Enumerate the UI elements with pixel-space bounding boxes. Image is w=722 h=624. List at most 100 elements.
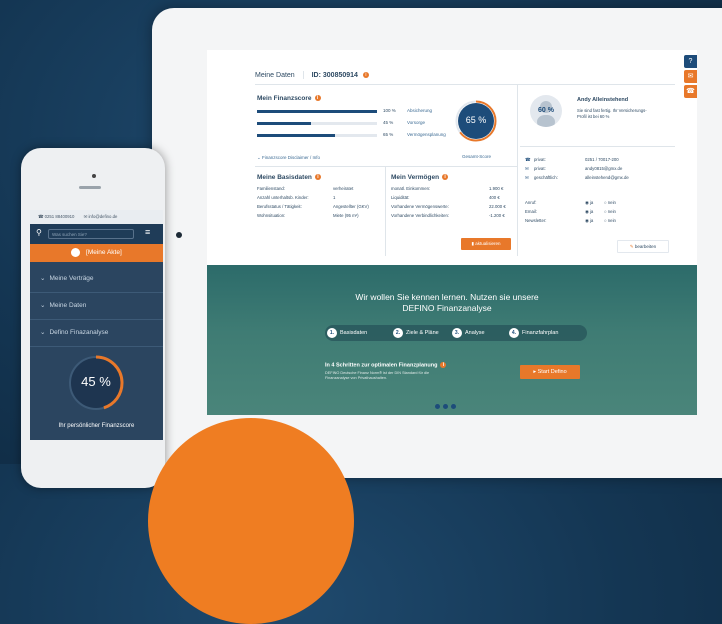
tablet-screen: Meine Daten ID: 300850914 i Mein Finanzs… [207,50,697,415]
chevron-icon: ⌄ [40,275,46,282]
contact-key: privat: [534,166,546,171]
pref-no-radio[interactable]: ○ nein [604,200,616,205]
carousel-dots[interactable] [435,396,459,414]
phone-score-ring: 45 % [66,353,126,413]
contact-key: geschäftlich: [534,175,558,180]
dashboard-panel: Meine Daten ID: 300850914 i Mein Finanzs… [207,50,677,265]
rocket-icon: ▸ [533,369,537,375]
vermoegen-title: Mein Vermögen i [391,174,449,181]
start-defino-button[interactable]: ▸ Start Defino [520,365,580,379]
info-icon[interactable]: i [440,362,447,368]
akte-button[interactable]: [Meine Akte] [30,244,163,262]
basis-value: verheiratet [333,186,354,191]
step-item[interactable]: 2. Ziele & Pläne [393,328,439,338]
phone-topbar: ☎ 0251 88400910 ✉ info@defino.de [30,210,163,224]
help-icon[interactable]: ? [684,55,697,68]
profile-note: Sie sind fast fertig. Ihr Versicherungs-… [577,108,647,119]
page-title: Meine Daten [255,71,295,79]
basis-value: 1 [333,195,336,200]
basis-value: Miete (95 m²) [333,213,359,218]
chevron-icon: ⌄ [40,302,46,309]
contact-value[interactable]: 0251 / 70017-200 [585,157,619,162]
basis-key: Berufsstatus / Tätigkeit: [257,204,302,209]
info-icon[interactable]: i [442,174,449,181]
score-bar [257,122,377,125]
basis-value: Angestellter (GKV) [333,204,369,209]
score-percent: 45 % [383,120,394,125]
menu-icon[interactable]: ≡ [145,227,150,237]
score-label[interactable]: Absicherung [407,108,432,113]
score-bar [257,134,377,137]
score-label[interactable]: Vorsorge [407,120,425,125]
contact-key: privat: [534,157,546,162]
pref-yes-radio[interactable]: ◉ ja [585,200,593,206]
phone-icon: ☎ [525,157,531,162]
score-percent: 100 % [383,108,396,113]
info-icon[interactable]: i [362,72,369,78]
phone-menu-item[interactable]: ⌄ Meine Verträge [30,266,163,293]
vermoegen-key: Vorhandene Vermögenswerte: [391,204,449,209]
divider [385,166,386,256]
phone-email[interactable]: info@defino.de [88,214,117,219]
orange-accent-circle [148,418,354,624]
update-button[interactable]: ▮ aktualisieren [461,238,511,250]
search-input[interactable]: Was suchen Sie? [48,229,134,239]
pref-key: Email: [525,209,537,214]
pencil-icon: ✎ [629,244,634,249]
step-item[interactable]: 3. Analyse [452,328,485,338]
vermoegen-value: 22.000 € [489,204,506,209]
phone-score-label: Ihr persönlicher Finanzscore [58,423,135,429]
mail-icon[interactable]: ✉ [84,214,88,219]
basisdaten-title: Meine Basisdaten i [257,174,321,181]
phone-score-value: 45 % [81,374,111,389]
phone-icon[interactable]: ☎ [684,85,697,98]
phone-speaker [79,186,101,189]
contact-value[interactable]: andy0815@gmx.de [585,166,622,171]
hero-section: Wir wollen Sie kennen lernen. Nutzen sie… [207,265,697,415]
pref-no-radio[interactable]: ○ nein [604,209,616,214]
profile-gauge: 60 % [538,107,554,114]
phone-camera [92,174,96,178]
vermoegen-key: monatl. Einkommen: [391,186,431,191]
pref-key: Anruf: [525,200,537,205]
user-icon [71,247,81,257]
tablet-camera [176,232,182,238]
vermoegen-value: -1.200 € [489,213,505,218]
divider [255,84,675,85]
phone-number[interactable]: 0251 88400910 [45,214,75,219]
info-icon[interactable]: i [314,174,321,181]
vermoegen-key: Liquidität: [391,195,410,200]
divider [255,166,517,167]
divider [517,84,518,256]
info-icon[interactable]: i [314,95,321,102]
score-percent: 65 % [383,132,394,137]
pref-yes-radio[interactable]: ◉ ja [585,209,593,215]
mail-icon: ✉ [525,166,529,171]
contact-value[interactable]: alleinstehend@gmx.de [585,175,629,180]
pref-yes-radio[interactable]: ◉ ja [585,218,593,224]
pref-key: Newsletter: [525,218,547,223]
step-item[interactable]: 1. Basisdaten [327,328,367,338]
basis-key: Familienstand: [257,186,285,191]
search-bar: ⚲ Was suchen Sie? ≡ [30,224,163,244]
disclaimer-link[interactable]: ⌄ Finanzscore Disclaimer / Info [257,155,320,161]
phone-menu-item[interactable]: ⌄ Meine Daten [30,293,163,320]
phone-screen: ☎ 0251 88400910 ✉ info@defino.de ⚲ Was s… [30,210,163,440]
hero-text: DEFINO Deutsche Finanz Norm® ist der DIN… [325,371,430,380]
score-label[interactable]: Vermögensplanung [407,132,446,137]
vermoegen-value: 1.900 € [489,186,504,191]
step-item[interactable]: 4. Finanzfahrplan [509,328,558,338]
vermoegen-value: 400 € [489,195,500,200]
finanzscore-ring: 65 % [455,100,497,142]
phone-menu-item[interactable]: ⌄ Defino Finazanalyse [30,320,163,347]
search-icon[interactable]: ⚲ [36,228,42,237]
phone-icon[interactable]: ☎ [38,214,43,219]
hero-subtitle: In 4 Schritten zur optimalen Finanzplanu… [325,362,447,368]
mail-icon[interactable]: ✉ [684,70,697,83]
basis-key: Anzahl unterhaltsb. Kinder: [257,195,309,200]
basis-key: Wohnsituation: [257,213,286,218]
pref-no-radio[interactable]: ○ nein [604,218,616,223]
customer-id: ID: 300850914 [311,71,358,79]
divider [520,146,675,147]
edit-button[interactable]: ✎ bearbeiten [617,240,669,253]
